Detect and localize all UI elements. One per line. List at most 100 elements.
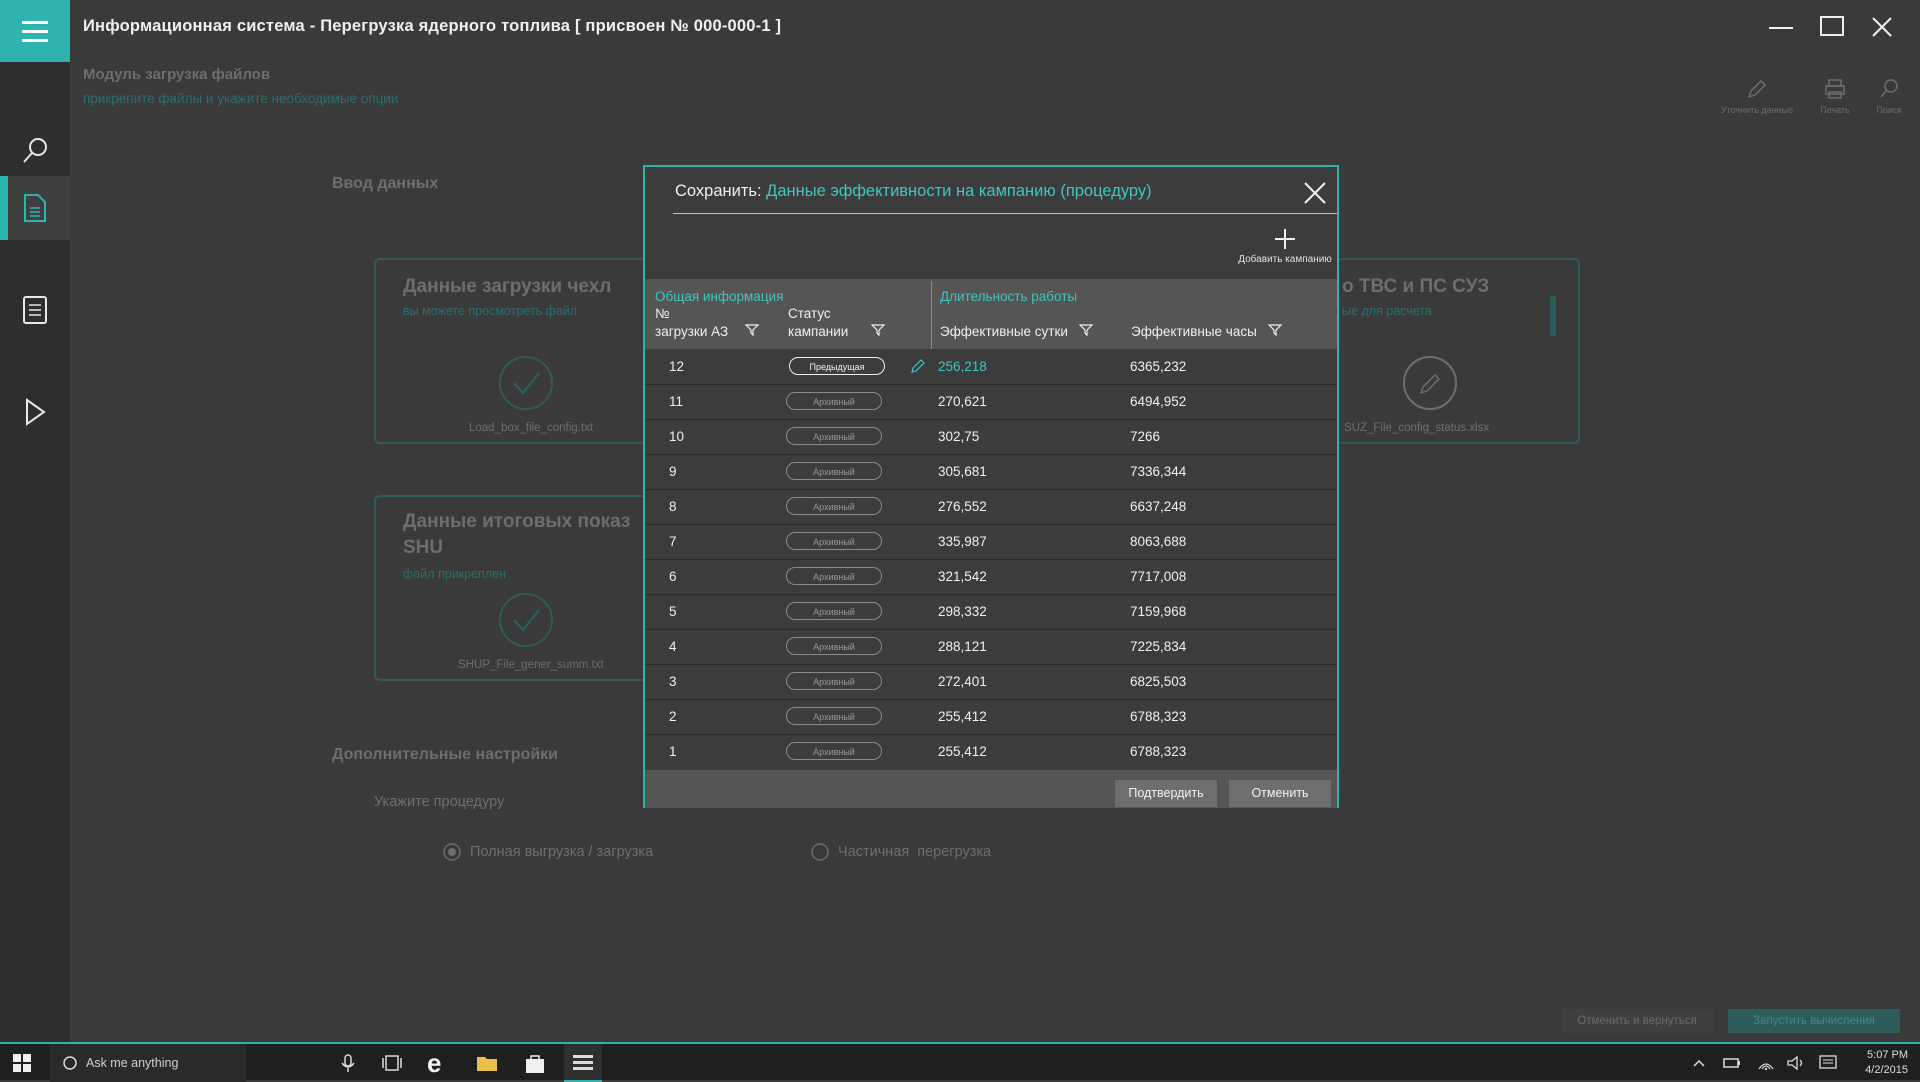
taskbar-search[interactable]: Ask me anything	[50, 1044, 246, 1082]
print-label: Печать	[1820, 105, 1850, 115]
battery-icon[interactable]	[1722, 1052, 1744, 1074]
file-explorer-icon[interactable]	[476, 1052, 498, 1074]
table-row[interactable]: 1 Архивный 255,412 6788,323	[645, 734, 1337, 769]
pencil-icon[interactable]	[911, 359, 925, 373]
status-badge: Архивный	[786, 462, 882, 480]
nav-search[interactable]	[0, 118, 70, 182]
col-load-number[interactable]: № загрузки АЗ	[655, 305, 728, 341]
filter-icon[interactable]	[1079, 323, 1093, 337]
action-center-icon[interactable]	[1818, 1052, 1840, 1074]
dialog-title-link[interactable]: Данные эффективности на кампанию (процед…	[766, 182, 1151, 200]
radio-empty-icon	[811, 843, 829, 861]
app-title: Информационная система - Перегрузка ядер…	[83, 17, 782, 35]
table-row[interactable]: 7 Архивный 335,987 8063,688	[645, 524, 1337, 560]
table-row[interactable]: 10 Архивный 302,75 7266	[645, 419, 1337, 455]
option-full-radio[interactable]: Полная выгрузка / загрузка	[442, 842, 653, 862]
close-window-button[interactable]	[1862, 10, 1902, 44]
taskbar: Ask me anything e 5:07 PM 4/2/2015	[0, 1042, 1920, 1082]
status-badge: Архивный	[786, 497, 882, 515]
row-number: 10	[669, 429, 685, 444]
edge-browser-icon[interactable]: e	[427, 1048, 441, 1079]
run-calculation-button[interactable]: Запустить вычисления	[1728, 1009, 1900, 1033]
print-button[interactable]: Печать	[1810, 78, 1860, 115]
clock-time: 5:07 PM	[1867, 1049, 1908, 1061]
nav-run[interactable]	[0, 380, 70, 444]
filter-icon[interactable]	[745, 323, 759, 337]
card-file-name: Load_box_file_config.txt	[469, 422, 594, 434]
effective-days[interactable]: 256,218	[938, 359, 987, 374]
card-shu[interactable]: Данные итоговых показ SHU файл прикрепле…	[374, 495, 678, 681]
table-row[interactable]: 4 Архивный 288,121 7225,834	[645, 629, 1337, 665]
maximize-button[interactable]	[1812, 10, 1852, 44]
table-row[interactable]: 3 Архивный 272,401 6825,503	[645, 664, 1337, 700]
card-hint: вы можете просмотреть файл	[403, 304, 578, 318]
table-row[interactable]: 6 Архивный 321,542 7717,008	[645, 559, 1337, 595]
scroll-indicator	[1550, 296, 1556, 336]
status-badge: Архивный	[786, 672, 882, 690]
nav-list[interactable]	[0, 278, 70, 342]
check-circle-icon	[499, 356, 553, 410]
chevron-up-icon[interactable]	[1691, 1052, 1713, 1074]
card-load-box[interactable]: Данные загрузки чехл вы можете просмотре…	[374, 258, 678, 444]
search-icon	[1880, 79, 1898, 98]
filter-icon[interactable]	[1268, 323, 1282, 337]
microphone-icon[interactable]	[337, 1052, 359, 1074]
cancel-return-button[interactable]: Отменить и вернуться	[1561, 1009, 1713, 1033]
effective-hours: 6825,503	[1130, 674, 1187, 689]
volume-icon[interactable]	[1786, 1052, 1808, 1074]
option-partial-radio[interactable]: Частичная перегрузка	[810, 842, 991, 862]
dialog-header: Сохранить: Данные эффективности на кампа…	[645, 167, 1337, 217]
list-icon	[23, 296, 47, 324]
table-row[interactable]: 12 Предыдущая 256,218 6365,232	[645, 349, 1337, 385]
module-subtitle: прикрепите файлы и укажите необходимые о…	[83, 91, 399, 106]
windows-start-icon[interactable]	[13, 1054, 35, 1076]
campaign-table-body: 12 Предыдущая 256,218 6365,232 11 Архивн…	[645, 349, 1337, 769]
taskbar-clock[interactable]: 5:07 PM 4/2/2015	[1865, 1048, 1908, 1078]
add-campaign-button[interactable]: Добавить кампанию	[1235, 227, 1335, 265]
table-row[interactable]: 2 Архивный 255,412 6788,323	[645, 699, 1337, 735]
card-title-line2: SHU	[403, 537, 444, 558]
dialog-close-button[interactable]	[1301, 179, 1329, 207]
search-tool-label: Поиск	[1876, 105, 1902, 115]
col-status-line2: кампании	[788, 324, 849, 339]
table-row[interactable]: 9 Архивный 305,681 7336,344	[645, 454, 1337, 490]
procedure-label: Укажите процедуру	[374, 794, 505, 810]
row-number: 1	[669, 744, 677, 759]
card-title: Данные загрузки чехл	[403, 276, 612, 297]
cancel-button[interactable]: Отменить	[1229, 780, 1331, 807]
search-icon	[23, 138, 47, 163]
effective-days: 321,542	[938, 569, 987, 584]
search-tool-button[interactable]: Поиск	[1866, 78, 1912, 115]
effective-hours: 6788,323	[1130, 744, 1187, 759]
status-badge: Архивный	[786, 742, 882, 760]
status-badge: Архивный	[786, 602, 882, 620]
col-effective-days[interactable]: Эффективные сутки	[940, 323, 1068, 341]
filter-icon[interactable]	[871, 323, 885, 337]
module-title: Модуль загрузка файлов	[83, 66, 271, 83]
menu-button[interactable]	[0, 0, 70, 62]
table-row[interactable]: 8 Архивный 276,552 6637,248	[645, 489, 1337, 525]
row-number: 3	[669, 674, 677, 689]
store-icon[interactable]	[524, 1052, 546, 1074]
col-effective-hours[interactable]: Эффективные часы	[1131, 323, 1257, 341]
wifi-icon[interactable]	[1756, 1052, 1778, 1074]
task-view-icon[interactable]	[381, 1052, 403, 1074]
card-title: Данные итоговых показ	[403, 511, 631, 532]
row-number: 6	[669, 569, 677, 584]
close-icon	[1872, 17, 1892, 37]
table-row[interactable]: 5 Архивный 298,332 7159,968	[645, 594, 1337, 630]
nav-files[interactable]	[0, 176, 70, 240]
col-load-number-line1: №	[655, 306, 670, 321]
table-row[interactable]: 11 Архивный 270,621 6494,952	[645, 384, 1337, 420]
card-tvs-suz[interactable]: о ТВС и ПС СУЗ ые для расчета SUZ_File_c…	[1336, 258, 1580, 444]
col-status[interactable]: Статус кампании	[788, 305, 848, 341]
dialog-title-prefix: Сохранить:	[675, 182, 762, 200]
clock-date: 4/2/2015	[1865, 1064, 1908, 1076]
taskbar-app-active[interactable]	[564, 1044, 602, 1082]
effective-days: 305,681	[938, 464, 987, 479]
confirm-button[interactable]: Подтвердить	[1115, 780, 1217, 807]
refine-data-button[interactable]: Уточнить данные	[1714, 78, 1800, 115]
minimize-icon	[1769, 27, 1793, 29]
check-circle-icon	[499, 593, 553, 647]
minimize-button[interactable]	[1761, 10, 1801, 44]
